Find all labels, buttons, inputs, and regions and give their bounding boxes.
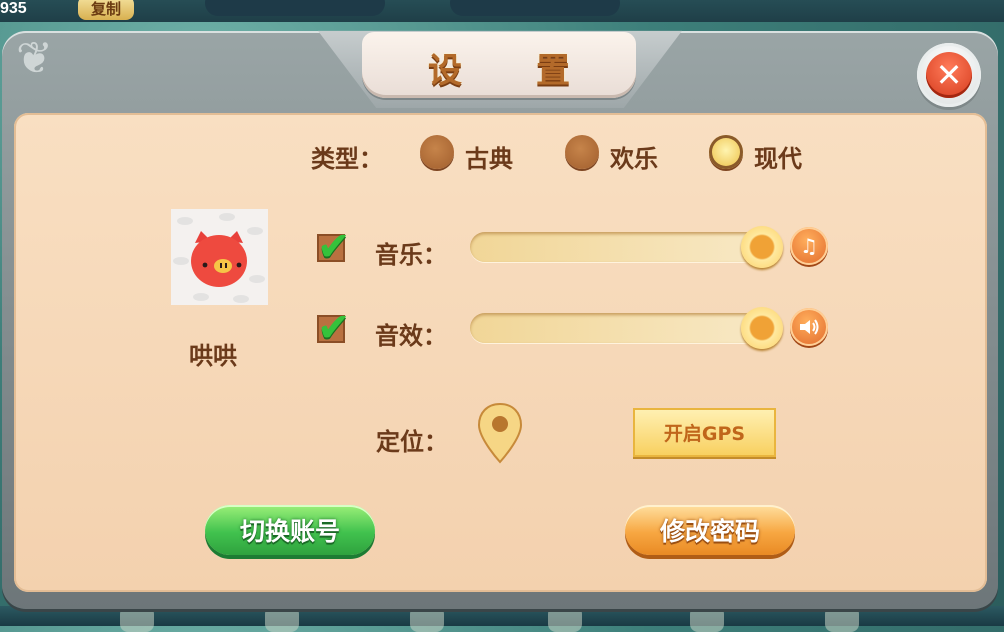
background-bottom-icon bbox=[120, 606, 154, 632]
type-label: 类型： bbox=[311, 145, 383, 173]
change-password-button[interactable]: 修改密码 bbox=[625, 505, 795, 555]
close-button[interactable]: ✕ bbox=[917, 43, 981, 107]
radio-happy-label: 欢乐 bbox=[610, 145, 658, 173]
radio-modern[interactable] bbox=[709, 135, 743, 169]
background-diamond-pill bbox=[205, 0, 385, 16]
background-bottom-icon bbox=[548, 606, 582, 632]
music-note-icon[interactable]: ♫ bbox=[790, 227, 828, 265]
background-score: 935 bbox=[0, 0, 27, 17]
radio-modern-label: 现代 bbox=[754, 145, 802, 173]
nickname: 哄哄 bbox=[189, 342, 237, 370]
switch-account-button[interactable]: 切换账号 bbox=[205, 505, 375, 555]
music-slider[interactable] bbox=[470, 232, 780, 262]
corner-ornament-icon: ❦ bbox=[16, 33, 53, 84]
settings-content bbox=[14, 113, 987, 592]
radio-happy[interactable] bbox=[565, 135, 599, 169]
music-checkbox[interactable]: ✔ bbox=[317, 224, 351, 270]
radio-classic[interactable] bbox=[420, 135, 454, 169]
avatar bbox=[171, 209, 268, 305]
sound-checkbox[interactable]: ✔ bbox=[317, 305, 351, 351]
pig-avatar-icon bbox=[173, 213, 265, 303]
background-coin-pill bbox=[450, 0, 620, 16]
copy-button[interactable]: 复制 bbox=[78, 0, 134, 20]
sound-slider[interactable] bbox=[470, 313, 780, 343]
sound-slider-handle[interactable] bbox=[741, 307, 783, 349]
enable-gps-button[interactable]: 开启GPS bbox=[633, 408, 776, 457]
checkmark-icon: ✔ bbox=[317, 305, 351, 351]
title-plate bbox=[362, 32, 636, 98]
background-bottom-icon bbox=[690, 606, 724, 632]
location-label: 定位： bbox=[376, 428, 448, 456]
dialog-title-char: 设 bbox=[428, 51, 462, 91]
background-bottom-icon bbox=[410, 606, 444, 632]
location-pin-icon bbox=[477, 402, 523, 464]
sound-label: 音效： bbox=[375, 322, 447, 350]
background-bottom-icon bbox=[265, 606, 299, 632]
background-bottom-icon bbox=[825, 606, 859, 632]
close-icon: ✕ bbox=[926, 52, 972, 98]
radio-classic-label: 古典 bbox=[465, 145, 513, 173]
speaker-glyph-icon bbox=[800, 319, 819, 335]
music-slider-handle[interactable] bbox=[741, 226, 783, 268]
music-label: 音乐： bbox=[375, 241, 447, 269]
speaker-icon[interactable] bbox=[790, 308, 828, 346]
dialog-title-char: 置 bbox=[536, 51, 570, 91]
checkmark-icon: ✔ bbox=[317, 224, 351, 270]
